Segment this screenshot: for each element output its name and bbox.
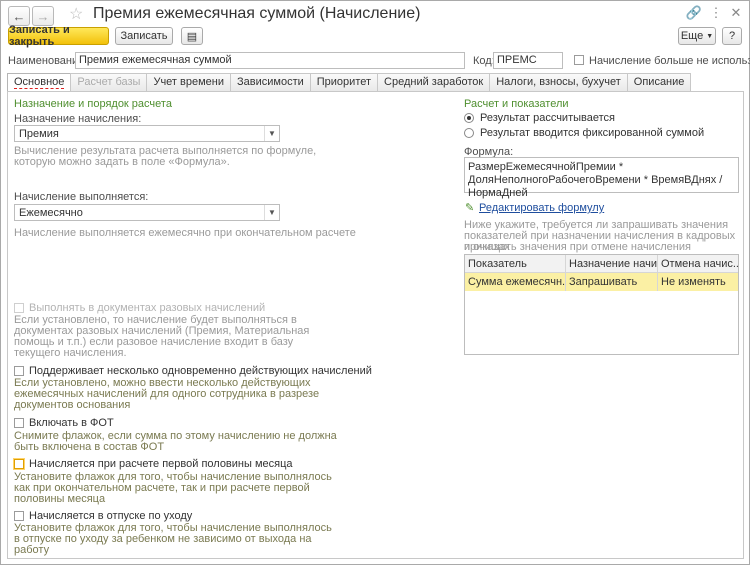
performed-label: Начисление выполняется:	[14, 191, 149, 203]
link-icon[interactable]: 🔗	[685, 5, 703, 23]
chevron-down-icon: ▼	[706, 32, 714, 40]
leave-checkbox[interactable]	[14, 511, 24, 521]
purpose-hint-2: которую можно задать в поле «Формула».	[14, 156, 230, 168]
first-half-checkbox[interactable]	[14, 459, 24, 469]
window-title: Премия ежемесячная суммой (Начисление)	[93, 5, 421, 22]
multi-hint-3: документов основания	[14, 399, 131, 411]
tab-main-label: Основное	[14, 76, 65, 89]
table-cell[interactable]: Не изменять	[658, 273, 738, 291]
name-input[interactable]: Премия ежемесячная суммой	[75, 52, 465, 69]
purpose-value: Премия	[19, 128, 59, 140]
more-button[interactable]: Еще ▼	[678, 27, 716, 45]
indicators-hint-3: и очищать значения при отмене начисления	[464, 241, 691, 253]
first-half-label: Начисляется при расчете первой половины …	[29, 458, 293, 470]
radio-calculated-label: Результат рассчитывается	[480, 112, 615, 124]
code-label: Код:	[473, 55, 495, 67]
radio-fixed-label: Результат вводится фиксированной суммой	[480, 127, 705, 139]
back-button[interactable]: ←	[8, 6, 30, 26]
chevron-down-icon[interactable]: ▼	[264, 205, 279, 220]
tab-taxes[interactable]: Налоги, взносы, бухучет	[489, 73, 628, 91]
fot-hint-2: быть включена в состав ФОТ	[14, 441, 165, 453]
one-time-checkbox[interactable]	[14, 303, 24, 313]
menu-dots-icon[interactable]: ⋮	[707, 5, 725, 23]
radio-fixed-row[interactable]: Результат вводится фиксированной суммой	[464, 127, 704, 139]
save-button[interactable]: Записать	[115, 27, 173, 45]
table-row[interactable]: Сумма ежемесячн... Запрашивать Не изменя…	[465, 273, 738, 291]
table-header: Показатель Назначение начи... Отмена нач…	[465, 255, 738, 273]
radio-calculated[interactable]	[464, 113, 474, 123]
indicators-table[interactable]: Показатель Назначение начи... Отмена нач…	[464, 254, 739, 355]
performed-hint: Начисление выполняется ежемесячно при ок…	[14, 227, 356, 239]
chevron-down-icon[interactable]: ▼	[264, 126, 279, 141]
save-and-close-button[interactable]: Записать и закрыть	[8, 24, 109, 48]
leave-label: Начисляется в отпуске по уходу	[29, 510, 193, 522]
column-header[interactable]: Назначение начи...	[566, 255, 658, 272]
fot-label: Включать в ФОТ	[29, 417, 114, 429]
right-section-title: Расчет и показатели	[464, 98, 569, 110]
tab-priority[interactable]: Приоритет	[309, 73, 379, 91]
radio-calculated-row[interactable]: Результат рассчитывается	[464, 112, 615, 124]
tab-bar: Основное Расчет базы Учет времени Зависи…	[7, 73, 692, 92]
column-header[interactable]: Показатель	[465, 255, 566, 272]
performed-value: Ежемесячно	[19, 207, 83, 219]
tab-dependencies[interactable]: Зависимости	[230, 73, 311, 91]
purpose-label: Назначение начисления:	[14, 113, 142, 125]
left-section-title: Назначение и порядок расчета	[14, 98, 172, 110]
arrow-right-icon: →	[36, 8, 50, 24]
not-used-label: Начисление больше не используется	[589, 55, 750, 67]
leave-hint-3: работу	[14, 544, 50, 556]
one-time-row[interactable]: Выполнять в документах разовых начислени…	[14, 302, 265, 314]
multi-label: Поддерживает несколько одновременно дейс…	[29, 365, 372, 377]
not-used-checkbox[interactable]	[574, 55, 584, 65]
table-cell[interactable]: Сумма ежемесячн...	[465, 273, 566, 291]
tab-average-earnings[interactable]: Средний заработок	[377, 73, 491, 91]
leave-row[interactable]: Начисляется в отпуске по уходу	[14, 510, 192, 522]
multi-checkbox[interactable]	[14, 366, 24, 376]
report-icon[interactable]: ▤	[181, 27, 203, 45]
tab-description[interactable]: Описание	[626, 73, 692, 91]
first-half-row[interactable]: Начисляется при расчете первой половины …	[14, 458, 293, 470]
leave-hint-2: в отпуске по уходу за ребенком не зависи…	[14, 533, 312, 545]
more-label: Еще	[680, 30, 704, 42]
formula-line-1: РазмерЕжемесячнойПремии *	[468, 161, 624, 173]
help-button[interactable]: ?	[722, 27, 742, 45]
forward-button[interactable]: →	[32, 6, 54, 26]
one-time-hint-4: текущего начисления.	[14, 347, 127, 359]
purpose-select[interactable]: Премия ▼	[14, 125, 280, 142]
performed-select[interactable]: Ежемесячно ▼	[14, 204, 280, 221]
arrow-left-icon: ←	[12, 8, 26, 24]
tab-time-accounting[interactable]: Учет времени	[146, 73, 231, 91]
formula-line-2: ДоляНеполногоРабочегоВремени * ВремяВДня…	[468, 174, 723, 199]
first-half-hint-3: половины месяца	[14, 493, 106, 505]
column-header[interactable]: Отмена начис...	[658, 255, 738, 272]
star-icon[interactable]: ☆	[69, 4, 83, 24]
formula-field[interactable]: РазмерЕжемесячнойПремии * ДоляНеполногоР…	[464, 157, 739, 199]
edit-formula-link[interactable]: Редактировать формулу	[479, 202, 604, 214]
one-time-label: Выполнять в документах разовых начислени…	[29, 302, 266, 314]
radio-fixed[interactable]	[464, 128, 474, 138]
fot-row[interactable]: Включать в ФОТ	[14, 417, 114, 429]
close-icon[interactable]: ✕	[727, 5, 745, 23]
window-frame: ← → ☆ Премия ежемесячная суммой (Начисле…	[0, 0, 750, 565]
tab-base-calc[interactable]: Расчет базы	[70, 73, 148, 91]
code-input[interactable]: ПРЕМС	[493, 52, 563, 69]
table-cell[interactable]: Запрашивать	[566, 273, 658, 291]
fot-checkbox[interactable]	[14, 418, 24, 428]
pencil-icon: ✎	[465, 202, 475, 214]
multi-row[interactable]: Поддерживает несколько одновременно дейс…	[14, 365, 372, 377]
tab-main[interactable]: Основное	[7, 73, 72, 92]
